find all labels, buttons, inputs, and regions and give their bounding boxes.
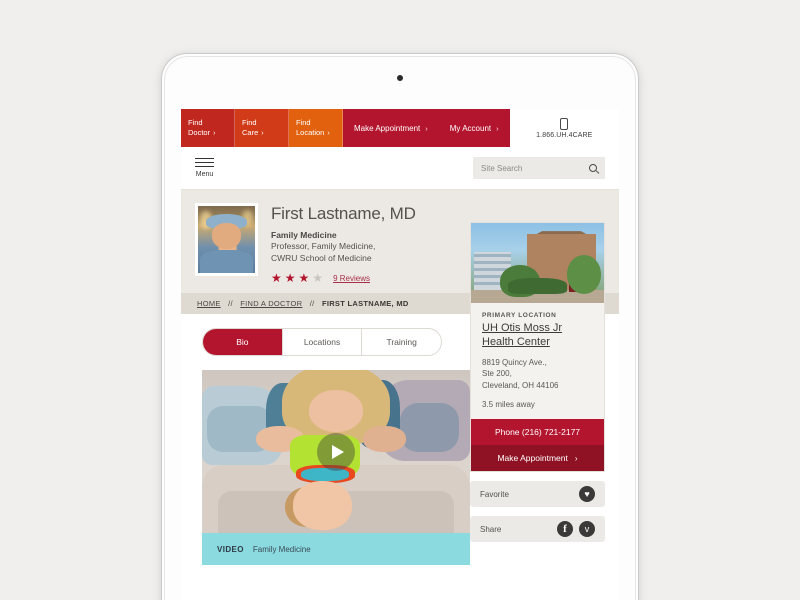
star-filled-2: ★ (284, 271, 296, 286)
breadcrumb-separator: // (309, 299, 315, 309)
nav-find-care[interactable]: Find Care › (235, 109, 289, 147)
mother-face (309, 389, 363, 433)
favorite-button[interactable]: Favorite ♥ (470, 481, 605, 508)
child-collar-blue (301, 467, 350, 481)
star-filled-1: ★ (271, 271, 282, 286)
video-thumbnail[interactable] (202, 370, 470, 534)
nav-my-account-label: My Account (449, 123, 492, 133)
magnifier-icon[interactable] (589, 164, 597, 172)
video-caption-bar: VIDEO Family Medicine (202, 533, 470, 566)
nav-make-appointment-label: Make Appointment (354, 123, 421, 133)
location-details: PRIMARY LOCATION UH Otis Moss Jr Health … (471, 303, 604, 419)
share-row: Share f ᴠ (470, 516, 605, 543)
nav-find-doctor-line2: Doctor (188, 127, 211, 137)
chevron-right-icon: › (213, 129, 216, 137)
share-label: Share (480, 524, 502, 534)
location-distance: 3.5 miles away (482, 400, 535, 410)
child-face (293, 480, 353, 530)
breadcrumb-current: FIRST LASTNAME, MD (321, 299, 409, 309)
heart-icon[interactable]: ♥ (579, 486, 595, 503)
address-line-2: Ste 200, (482, 369, 512, 379)
chevron-right-icon: › (425, 123, 428, 133)
menu-button[interactable]: Menu (195, 157, 214, 179)
portrait-face (211, 223, 242, 249)
nav-find-location[interactable]: Find Location › (289, 109, 343, 147)
nav-my-account[interactable]: My Account › (438, 109, 510, 147)
breadcrumb-find-a-doctor[interactable]: FIND A DOCTOR (240, 299, 302, 308)
make-appointment-button[interactable]: Make Appointment › (471, 445, 604, 472)
reviews-link[interactable]: 9 Reviews (333, 274, 370, 283)
shrub-row (508, 277, 567, 294)
pillow-right-inner (400, 402, 460, 452)
mobile-phone-icon (560, 117, 569, 130)
video-caption-label: VIDEO (217, 544, 244, 554)
nav-find-doctor-line1: Find (188, 117, 203, 127)
favorite-label: Favorite (480, 489, 509, 499)
facebook-icon[interactable]: f (557, 521, 573, 538)
play-button[interactable] (317, 432, 355, 471)
profile-tabs: Bio Locations Training (202, 328, 442, 357)
primary-location-kicker: PRIMARY LOCATION (482, 312, 557, 320)
twitter-icon[interactable]: ᴠ (579, 521, 595, 538)
nav-phone-block[interactable]: 1.866.UH.4CARE (509, 109, 619, 147)
star-empty-4: ★ (312, 271, 324, 286)
main-column: Bio Locations Training VIDEO Family Medi… (181, 314, 470, 566)
tab-locations[interactable]: Locations (283, 329, 363, 356)
content-columns: Bio Locations Training VIDEO Family Medi… (181, 222, 619, 566)
breadcrumb-separator: // (228, 299, 233, 309)
nav-find-care-line1: Find (242, 117, 257, 127)
tablet-screen: Find Doctor › Find Care › Find Location › M… (181, 109, 619, 600)
top-utility-nav: Find Doctor › Find Care › Find Location › M… (181, 109, 619, 147)
chevron-right-icon: › (261, 129, 264, 137)
address-line-3: Cleveland, OH 44106 (482, 380, 559, 390)
chevron-right-icon: › (574, 453, 578, 463)
nav-phone-number: 1.866.UH.4CARE (536, 131, 593, 139)
sidebar-column: PRIMARY LOCATION UH Otis Moss Jr Health … (461, 222, 619, 565)
doctor-portrait-photo (195, 203, 258, 276)
page-title: First Lastname, MD (271, 204, 416, 223)
nav-find-location-line2: Location (296, 127, 325, 137)
address-line-1: 8819 Quincy Ave., (482, 357, 547, 367)
make-appointment-label: Make Appointment (497, 453, 568, 464)
camera-dot (397, 75, 403, 81)
location-name-link[interactable]: UH Otis Moss Jr Health Center (482, 322, 593, 350)
search-input[interactable]: Site Search (473, 157, 605, 179)
location-photo (471, 223, 604, 304)
location-address: 8819 Quincy Ave., Ste 200, Cleveland, OH… (482, 357, 593, 392)
play-triangle-icon (331, 444, 344, 459)
chevron-right-icon: › (496, 123, 499, 133)
scrub-top (200, 250, 253, 273)
tree-right (566, 255, 602, 294)
star-filled-3: ★ (298, 271, 310, 286)
nav-find-care-line2: Care (242, 127, 259, 137)
nav-find-doctor[interactable]: Find Doctor › (181, 109, 235, 147)
video-card[interactable]: VIDEO Family Medicine (202, 370, 470, 566)
arm-right (362, 425, 406, 452)
breadcrumb-home[interactable]: HOME (197, 299, 221, 308)
tab-bio[interactable]: Bio (203, 329, 283, 356)
site-header-bar: Menu Site Search (181, 147, 619, 190)
search-placeholder: Site Search (481, 163, 523, 173)
primary-location-card: PRIMARY LOCATION UH Otis Moss Jr Health … (470, 222, 605, 473)
nav-make-appointment[interactable]: Make Appointment › (343, 109, 439, 147)
tab-training[interactable]: Training (362, 329, 441, 355)
chevron-right-icon: › (327, 129, 330, 137)
video-caption-title: Family Medicine (252, 544, 311, 554)
phone-button[interactable]: Phone (216) 721-2177 (471, 419, 604, 446)
nav-find-location-line1: Find (296, 117, 311, 127)
hamburger-icon (195, 157, 214, 168)
menu-button-label: Menu (195, 171, 214, 179)
tablet-device-frame: Find Doctor › Find Care › Find Location › M… (161, 53, 639, 600)
